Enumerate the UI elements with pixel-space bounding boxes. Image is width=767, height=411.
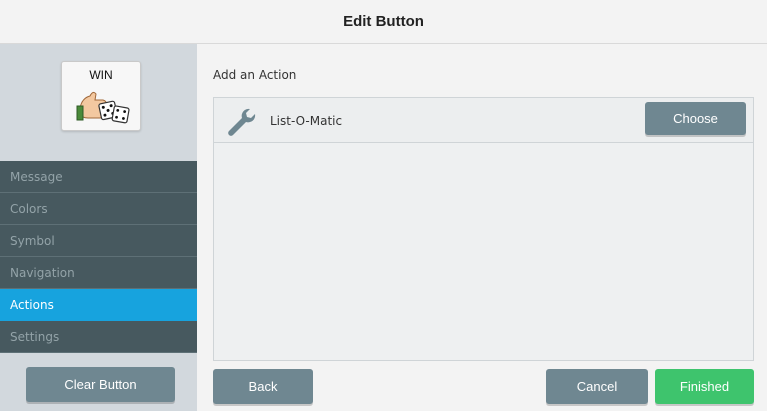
finished-button[interactable]: Finished	[655, 369, 754, 404]
section-label: Add an Action	[213, 68, 297, 82]
back-button[interactable]: Back	[213, 369, 313, 404]
button-preview-label: WIN	[89, 68, 113, 82]
clear-button[interactable]: Clear Button	[26, 367, 175, 402]
menu-item-colors[interactable]: Colors	[0, 193, 197, 225]
thumbs-up-dice-icon	[76, 91, 130, 124]
menu-item-label: Colors	[10, 201, 48, 216]
menu-item-label: Settings	[10, 329, 60, 344]
cancel-button[interactable]: Cancel	[546, 369, 648, 404]
edit-menu: Message Colors Symbol Navigation Actions…	[0, 161, 207, 353]
choose-button[interactable]: Choose	[645, 102, 746, 135]
menu-item-symbol[interactable]: Symbol	[0, 225, 197, 257]
wrench-icon	[228, 108, 256, 136]
main-panel: Add an Action List-O-Matic Choose Back C…	[197, 44, 767, 411]
button-preview: WIN	[61, 61, 141, 131]
menu-item-navigation[interactable]: Navigation	[0, 257, 197, 289]
menu-item-actions[interactable]: Actions	[0, 289, 207, 321]
menu-item-label: Navigation	[10, 265, 75, 280]
dialog-title: Edit Button	[343, 13, 424, 30]
action-name: List-O-Matic	[270, 114, 343, 128]
menu-item-settings[interactable]: Settings	[0, 321, 197, 353]
action-list: List-O-Matic Choose	[213, 97, 754, 361]
menu-item-label: Symbol	[10, 233, 55, 248]
menu-item-label: Actions	[10, 297, 54, 312]
dialog-title-bar: Edit Button	[0, 0, 767, 44]
action-row: List-O-Matic Choose	[214, 98, 753, 143]
menu-item-label: Message	[10, 169, 63, 184]
menu-item-message[interactable]: Message	[0, 161, 197, 193]
sidebar: WIN Message Colors Symbol Navigation Act…	[0, 44, 207, 411]
